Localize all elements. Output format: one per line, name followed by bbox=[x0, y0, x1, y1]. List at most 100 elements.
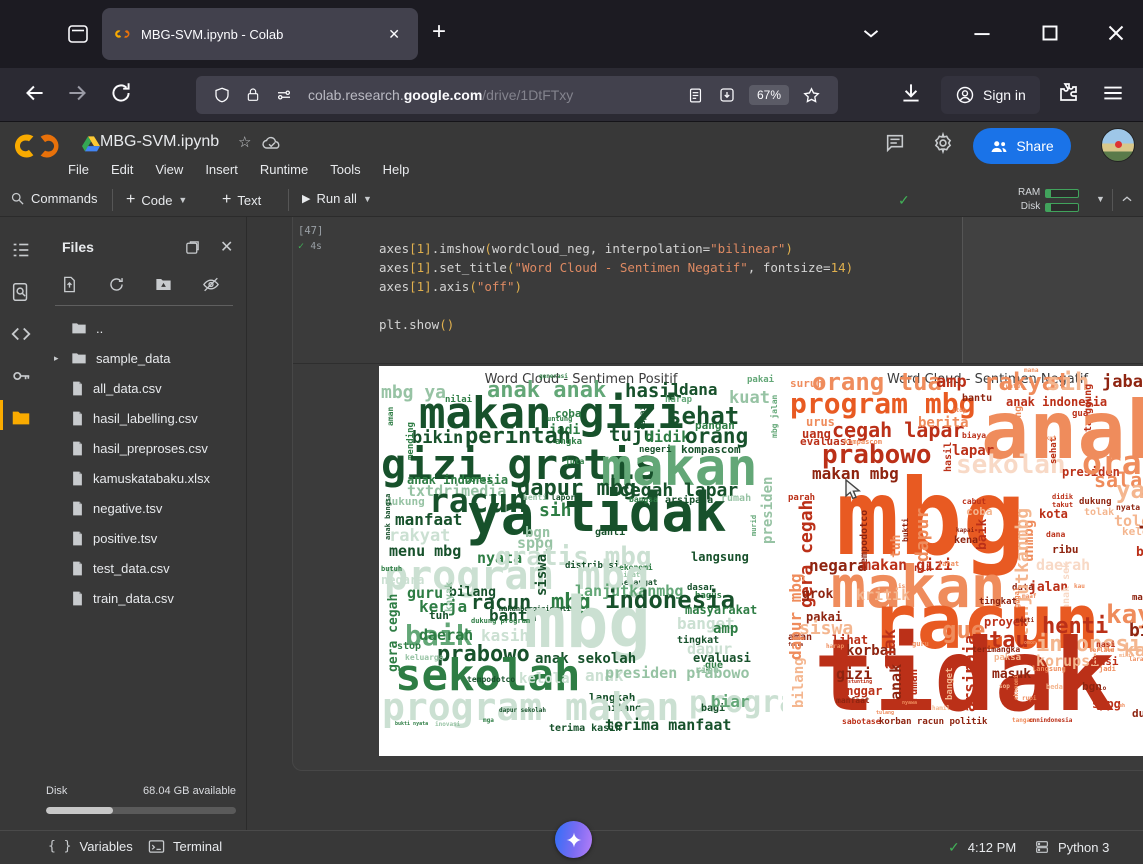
bookmark-star-icon[interactable] bbox=[802, 86, 821, 105]
file-tree-item-positive-tsv[interactable]: positive.tsv bbox=[42, 523, 246, 553]
add-code-button[interactable]: +Code▼ bbox=[126, 191, 187, 209]
file-icon bbox=[71, 591, 84, 606]
code-line[interactable]: axes[0].axis("off") bbox=[379, 217, 522, 220]
menu-view[interactable]: View bbox=[155, 162, 183, 177]
menu-file[interactable]: File bbox=[68, 162, 89, 177]
variables-button[interactable]: { } Variables bbox=[48, 839, 133, 854]
downloads-icon[interactable] bbox=[898, 80, 924, 106]
table-of-contents-icon[interactable] bbox=[10, 239, 32, 261]
close-panel-icon[interactable]: ✕ bbox=[220, 237, 233, 257]
folder-icon bbox=[71, 351, 87, 365]
file-tree-item-kamuskatabaku-xlsx[interactable]: kamuskatabaku.xlsx bbox=[42, 463, 246, 493]
file-tree-item-all-data-csv[interactable]: all_data.csv bbox=[42, 373, 246, 403]
wordcloud-negative: Word Cloud - Sentimen Negatif suruhorang… bbox=[786, 366, 1143, 756]
upload-file-icon[interactable] bbox=[60, 275, 79, 294]
reload-button[interactable] bbox=[108, 80, 134, 106]
firefox-view-icon[interactable] bbox=[58, 14, 98, 54]
back-button[interactable] bbox=[22, 80, 48, 106]
url-bar[interactable]: colab.research.google.com/drive/1DtFTxy … bbox=[196, 76, 838, 114]
wordcloud-word: bilang bbox=[792, 657, 806, 708]
resources-dropdown-icon[interactable]: ▼ bbox=[1096, 194, 1105, 204]
comment-icon[interactable] bbox=[884, 132, 906, 154]
file-tree-item-train-data-csv[interactable]: train_data.csv bbox=[42, 583, 246, 613]
wordcloud-word: mga bbox=[483, 718, 494, 724]
file-tree-item-hasil-preproses-csv[interactable]: hasil_preproses.csv bbox=[42, 433, 246, 463]
gemini-spark-button[interactable] bbox=[555, 821, 592, 858]
share-button[interactable]: Share bbox=[973, 128, 1071, 164]
menu-hamburger-icon[interactable] bbox=[1100, 80, 1126, 106]
mount-drive-icon[interactable] bbox=[154, 275, 173, 294]
zoom-level-badge[interactable]: 67% bbox=[749, 85, 789, 105]
new-tab-button[interactable]: + bbox=[432, 18, 446, 46]
avatar[interactable] bbox=[1101, 128, 1135, 162]
wordcloud-word: mana bbox=[1024, 368, 1038, 374]
browser-titlebar: MBG-SVM.ipynb - Colab ✕ + bbox=[0, 0, 1143, 68]
cloud-saved-icon[interactable] bbox=[262, 135, 282, 151]
reader-mode-icon[interactable] bbox=[687, 87, 704, 104]
window-maximize-button[interactable] bbox=[1036, 20, 1064, 46]
popout-panel-icon[interactable] bbox=[184, 239, 201, 256]
code-line[interactable]: axes[1].axis("off") bbox=[379, 277, 522, 296]
star-notebook-icon[interactable]: ☆ bbox=[238, 133, 251, 151]
shield-icon[interactable] bbox=[213, 86, 231, 104]
list-tabs-chevron-icon[interactable] bbox=[858, 20, 884, 46]
code-cell[interactable]: [47] ✓ 4s axes[0].axis("off")axes[1].ims… bbox=[292, 217, 1143, 771]
commands-button[interactable]: Commands bbox=[10, 191, 97, 206]
permissions-icon[interactable] bbox=[275, 86, 293, 104]
code-editor[interactable]: axes[0].axis("off") axes[1].imshow(wordcl… bbox=[336, 217, 963, 363]
window-close-button[interactable] bbox=[1102, 20, 1130, 46]
code-line[interactable]: axes[1].imshow(wordcloud_neg, interpolat… bbox=[379, 239, 793, 258]
wordcloud-word: manfaat bbox=[836, 697, 870, 705]
menu-edit[interactable]: Edit bbox=[111, 162, 133, 177]
file-tree-item-negative-tsv[interactable]: negative.tsv bbox=[42, 493, 246, 523]
collapse-header-icon[interactable] bbox=[1120, 192, 1134, 206]
sign-in-button[interactable]: Sign in bbox=[941, 76, 1040, 114]
extensions-icon[interactable] bbox=[1056, 80, 1080, 104]
wordcloud-word: bikin bbox=[1129, 622, 1143, 640]
window-minimize-button[interactable] bbox=[968, 20, 996, 46]
chevron-down-icon[interactable]: ▼ bbox=[178, 195, 187, 205]
wordcloud-word: mbg bbox=[524, 588, 650, 658]
code-snippets-icon[interactable] bbox=[10, 323, 32, 345]
forward-button[interactable] bbox=[64, 80, 90, 106]
menu-tools[interactable]: Tools bbox=[330, 162, 360, 177]
url-text[interactable]: colab.research.google.com/drive/1DtFTxy bbox=[308, 87, 680, 103]
wordcloud-positive: Word Cloud - Sentimen Positif mbg yaanak… bbox=[379, 366, 783, 756]
find-replace-icon[interactable] bbox=[10, 281, 32, 303]
file-tree-item--[interactable]: .. bbox=[42, 313, 246, 343]
chevron-down-icon[interactable]: ▼ bbox=[363, 194, 372, 204]
file-tree-item-hasil-labelling-csv[interactable]: hasil_labelling.csv bbox=[42, 403, 246, 433]
files-folder-icon[interactable] bbox=[10, 407, 32, 429]
save-page-icon[interactable] bbox=[718, 86, 736, 104]
expand-caret-icon[interactable]: ▸ bbox=[54, 353, 62, 364]
wordcloud-word: beda bbox=[1046, 684, 1063, 691]
add-text-button[interactable]: +Text bbox=[222, 191, 261, 209]
refresh-icon[interactable] bbox=[107, 275, 126, 294]
wordcloud-word: program mbg bbox=[790, 390, 975, 418]
run-all-button[interactable]: ▶Run all▼ bbox=[302, 191, 372, 206]
code-line[interactable]: axes[1].set_title("Word Cloud - Sentimen… bbox=[379, 258, 853, 277]
wordcloud-word: dukung bbox=[1079, 498, 1112, 507]
tab-close-icon[interactable]: ✕ bbox=[382, 22, 406, 47]
browser-tab[interactable]: MBG-SVM.ipynb - Colab ✕ bbox=[102, 8, 418, 60]
hide-hidden-files-icon[interactable] bbox=[201, 275, 221, 294]
terminal-button[interactable]: Terminal bbox=[148, 839, 222, 854]
menu-runtime[interactable]: Runtime bbox=[260, 162, 308, 177]
file-tree-item-test-data-csv[interactable]: test_data.csv bbox=[42, 553, 246, 583]
resource-monitor[interactable]: RAM Disk bbox=[1018, 186, 1079, 214]
share-label: Share bbox=[1016, 138, 1053, 154]
menu-insert[interactable]: Insert bbox=[205, 162, 238, 177]
wordcloud-word: presiden bbox=[761, 477, 775, 544]
execution-time: 4s bbox=[310, 241, 321, 252]
menu-help[interactable]: Help bbox=[383, 162, 410, 177]
notebook-title[interactable]: MBG-SVM.ipynb bbox=[100, 133, 219, 151]
lock-icon[interactable] bbox=[245, 86, 261, 104]
braces-icon: { } bbox=[48, 839, 71, 854]
wordcloud-word: coba bbox=[966, 506, 993, 517]
code-line[interactable]: plt.show() bbox=[379, 315, 454, 334]
file-name: test_data.csv bbox=[93, 561, 170, 576]
settings-gear-icon[interactable] bbox=[932, 132, 954, 154]
secrets-key-icon[interactable] bbox=[10, 365, 32, 387]
kernel-selector[interactable]: Python 3 bbox=[1034, 839, 1109, 855]
file-tree-item-sample-data[interactable]: ▸sample_data bbox=[42, 343, 246, 373]
